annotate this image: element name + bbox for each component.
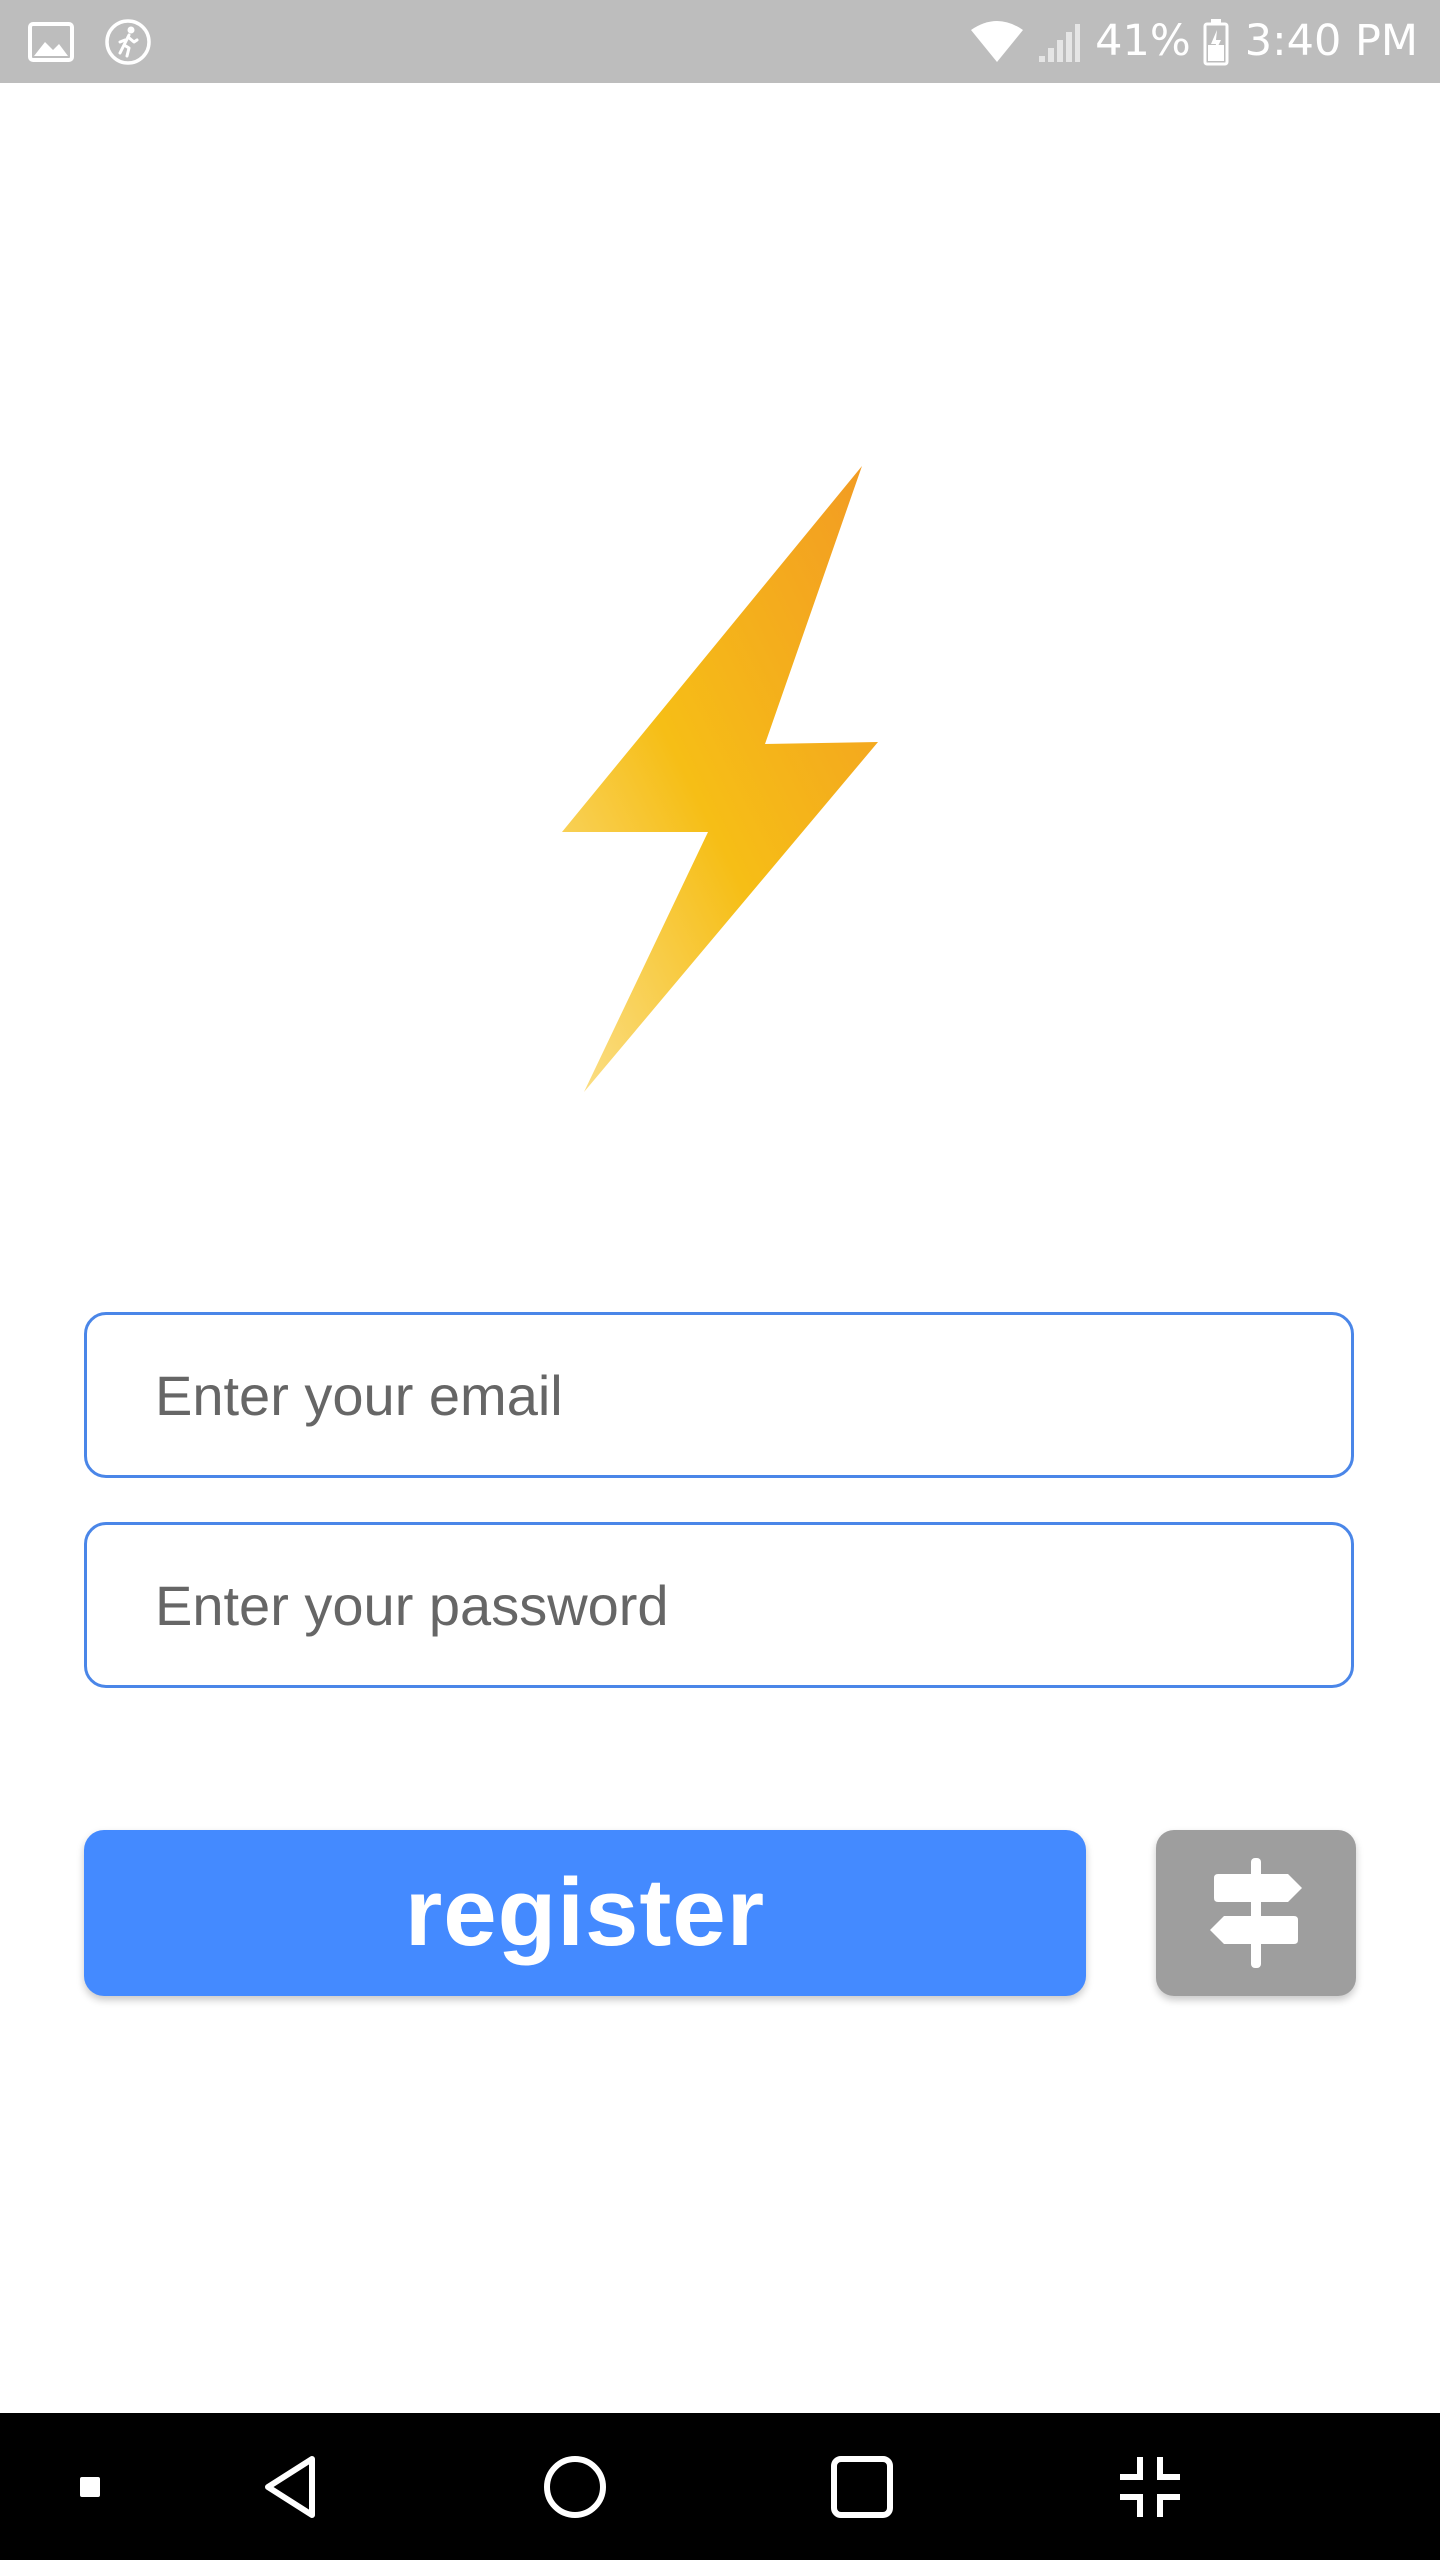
lightning-bolt-icon — [562, 466, 878, 1092]
clock: 3:40 PM — [1244, 16, 1418, 66]
wifi-icon — [969, 20, 1025, 64]
register-button[interactable]: register — [84, 1830, 1086, 1996]
menu-dot-icon — [80, 2476, 100, 2497]
recents-button[interactable] — [812, 2413, 912, 2560]
register-button-label: register — [404, 1859, 766, 1966]
navigation-bar — [0, 2413, 1440, 2560]
home-button[interactable] — [525, 2413, 625, 2560]
home-icon — [544, 2455, 606, 2518]
battery-percent: 41% — [1095, 16, 1191, 66]
status-bar: 41% 3:40 PM — [0, 0, 1440, 83]
back-icon — [265, 2455, 315, 2518]
menu-dot-button[interactable] — [50, 2413, 130, 2560]
collapse-button[interactable] — [1100, 2413, 1200, 2560]
battery-icon — [1203, 18, 1229, 66]
signpost-icon — [1210, 1858, 1302, 1968]
image-icon — [28, 21, 74, 62]
status-right-icons: 41% 3:40 PM — [969, 0, 1418, 83]
email-field-container — [84, 1312, 1354, 1478]
recents-icon — [831, 2455, 893, 2518]
password-field-container — [84, 1522, 1354, 1688]
back-button[interactable] — [240, 2413, 340, 2560]
signal-icon — [1037, 20, 1081, 64]
status-left-icons — [28, 0, 152, 83]
email-input[interactable] — [155, 1362, 1351, 1428]
collapse-icon — [1120, 2456, 1180, 2517]
app-logo — [556, 462, 882, 1094]
walking-icon — [104, 18, 152, 66]
password-input[interactable] — [155, 1572, 1351, 1638]
signpost-button[interactable] — [1156, 1830, 1356, 1996]
